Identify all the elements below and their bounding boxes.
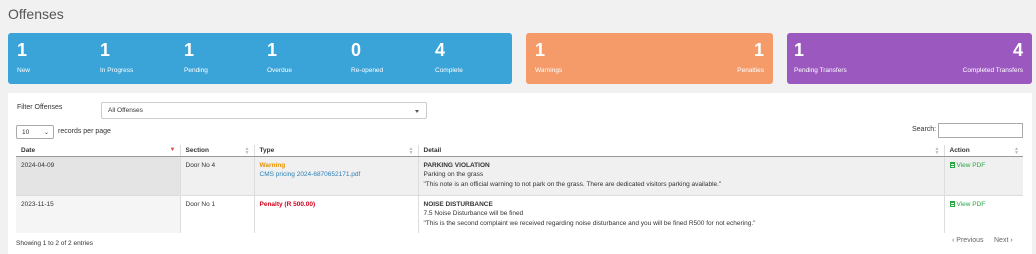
page-length-select[interactable]: 10 ⌄ [16, 125, 54, 139]
page-length-label: records per page [58, 128, 111, 135]
sort-desc-icon: ▼ [169, 147, 176, 153]
search-input[interactable] [938, 123, 1023, 138]
attachment-link[interactable]: CMS pricing 2024-6870652171.pdf [260, 171, 361, 178]
detail-subtitle: Parking on the grass [423, 171, 484, 178]
column-action-label: Action [949, 146, 970, 154]
column-header-type[interactable]: Type ▲ ▼ [253, 145, 418, 157]
chevron-right-icon: › [1010, 237, 1013, 244]
cell-date: 2023-11-15 [16, 194, 180, 233]
cell-detail: NOISE DISTURBANCE 7.5 Noise Disturbance … [417, 194, 944, 233]
cell-type: Warning CMS pricing 2024-6870652171.pdf [253, 155, 418, 195]
pdf-file-icon [949, 201, 955, 208]
cell-detail: PARKING VIOLATION Parking on the grass "… [417, 155, 944, 195]
stat-completed-transfers-label: Completed Transfers [962, 67, 1023, 74]
sort-arrows-icon: ▲ ▼ [408, 146, 414, 156]
type-badge-warning: Warning [259, 161, 286, 169]
pdf-file-icon [949, 162, 955, 169]
stat-completed-transfers-value: 4 [1012, 40, 1023, 60]
column-header-section[interactable]: Section ▲ ▼ [179, 145, 254, 157]
view-pdf-button[interactable]: View PDF [949, 161, 986, 171]
caret-down-icon [415, 110, 419, 113]
stat-new-label: New [17, 67, 31, 74]
stat-reopened-value: 0 [351, 40, 362, 60]
column-detail-label: Detail [423, 146, 442, 154]
column-header-date[interactable]: Date ▼ [16, 145, 180, 157]
stats-panel-transfers: 1 Pending Transfers 4 Completed Transfer… [787, 33, 1032, 84]
stat-pending-label: Pending [184, 67, 208, 74]
filter-selected-value: All Offenses [108, 107, 143, 114]
offenses-card: Filter Offenses All Offenses 10 ⌄ record… [8, 93, 1032, 254]
sort-arrows-icon: ▲ ▼ [1014, 146, 1019, 156]
stat-penalties-label: Penalties [737, 67, 764, 74]
filter-label: Filter Offenses [17, 104, 63, 111]
type-badge-penalty: Penalty (R 500.00) [259, 200, 316, 208]
detail-note: "This is the second complaint we receive… [423, 219, 756, 227]
chevron-down-icon: ⌄ [43, 130, 49, 136]
stat-pending-transfers-label: Pending Transfers [794, 67, 847, 74]
detail-subtitle: 7.5 Noise Disturbance will be fined [423, 210, 524, 217]
stat-overdue-label: Overdue [267, 67, 292, 74]
pagination-next[interactable]: Next › [994, 237, 1013, 244]
table-row: 2024-04-09 Door No 4 Warning CMS pricing… [16, 155, 1023, 195]
stat-in-progress-label: In Progress [100, 67, 134, 74]
stat-penalties-value: 1 [753, 40, 764, 60]
page-title: Offenses [8, 6, 64, 22]
stat-pending-transfers-value: 1 [794, 40, 805, 60]
stat-complete-value: 4 [435, 40, 446, 60]
search-label: Search: [912, 126, 937, 133]
pagination-previous-label: Previous [956, 237, 984, 244]
stat-overdue-value: 1 [267, 40, 278, 60]
column-header-detail[interactable]: Detail ▲ ▼ [417, 145, 944, 157]
detail-note: "This note is an official warning to not… [423, 180, 722, 188]
stats-panel-sanctions: 1 Warnings 1 Penalties [526, 33, 773, 84]
pagination-previous[interactable]: ‹ Previous [952, 237, 984, 244]
stat-complete-label: Complete [435, 67, 463, 74]
table-row: 2023-11-15 Door No 1 Penalty (R 500.00) … [16, 194, 1023, 233]
cell-section: Door No 1 [179, 194, 254, 233]
filter-offenses-select[interactable]: All Offenses [101, 102, 427, 119]
view-pdf-label: View PDF [956, 200, 986, 208]
page-length-value: 10 [22, 129, 30, 136]
sort-arrows-icon: ▲ ▼ [244, 146, 250, 156]
stat-warnings-label: Warnings [535, 67, 563, 74]
pagination-next-label: Next [994, 237, 1009, 244]
view-pdf-button[interactable]: View PDF [949, 200, 986, 210]
sort-arrows-icon: ▲ ▼ [934, 146, 940, 156]
cell-date: 2024-04-09 [16, 155, 180, 195]
table-header-row: Date ▼ Section ▲ ▼ Type ▲ ▼ Detail ▲ ▼ Action ▲ ▼ [16, 145, 1023, 157]
column-type-label: Type [259, 146, 275, 154]
stat-in-progress-value: 1 [100, 40, 111, 60]
stat-new-value: 1 [17, 40, 28, 60]
stats-panel-status: 1 New 1 In Progress 1 Pending 1 Overdue … [8, 33, 512, 84]
stat-warnings-value: 1 [535, 40, 546, 60]
stat-reopened-label: Re-opened [351, 67, 384, 74]
column-header-action[interactable]: Action ▲ ▼ [943, 145, 1023, 157]
detail-title: NOISE DISTURBANCE [423, 200, 493, 208]
cell-section: Door No 4 [179, 155, 254, 195]
cell-action: View PDF [943, 155, 1023, 195]
cell-type: Penalty (R 500.00) [253, 194, 418, 233]
detail-title: PARKING VIOLATION [423, 161, 490, 169]
offenses-table: Date ▼ Section ▲ ▼ Type ▲ ▼ Detail ▲ ▼ Action ▲ ▼… [16, 145, 1023, 233]
table-info: Showing 1 to 2 of 2 entries [16, 240, 93, 247]
view-pdf-label: View PDF [956, 161, 986, 169]
cell-action: View PDF [943, 194, 1023, 233]
column-section-label: Section [185, 146, 209, 154]
chevron-left-icon: ‹ [952, 237, 955, 244]
column-date-label: Date [21, 146, 36, 154]
stat-pending-value: 1 [184, 40, 195, 60]
